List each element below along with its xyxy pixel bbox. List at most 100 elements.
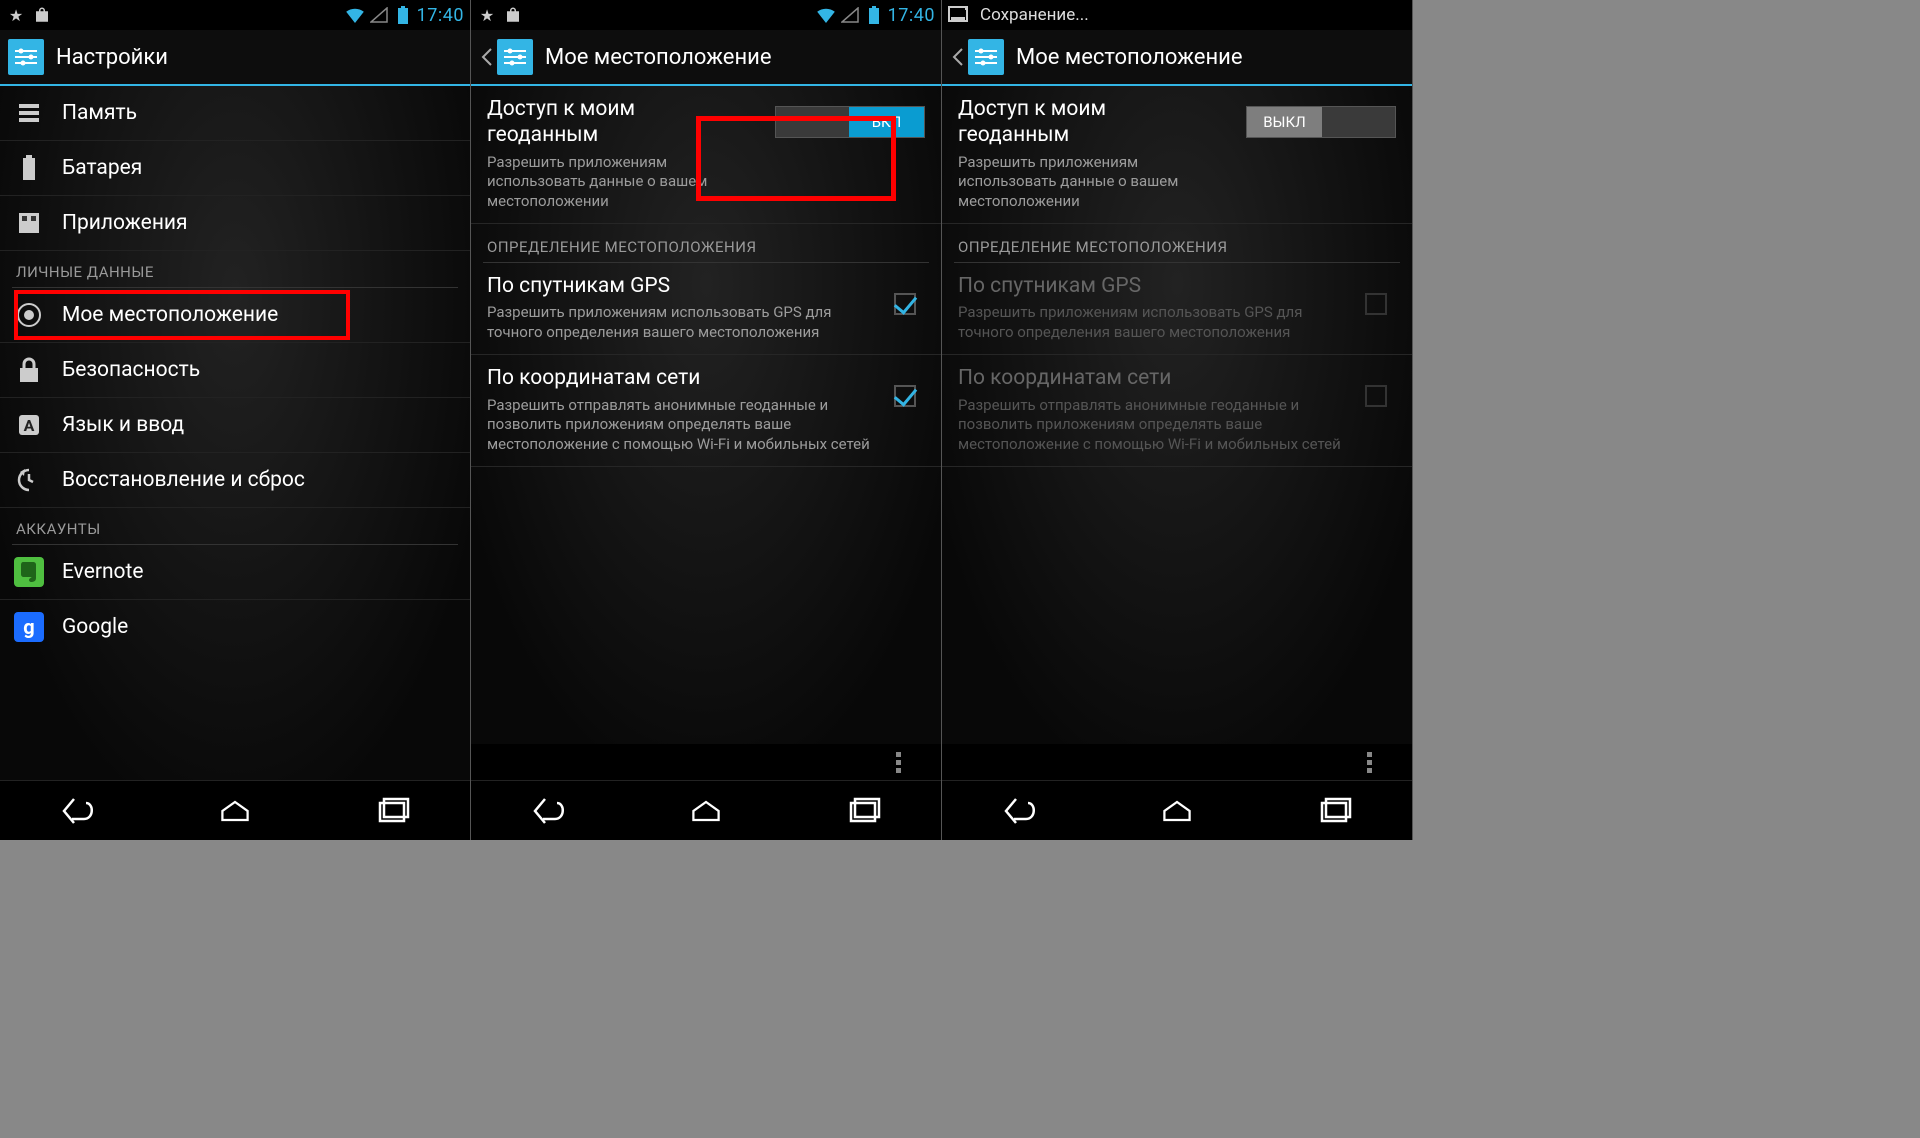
item-label: Приложения bbox=[62, 211, 188, 235]
item-evernote[interactable]: Evernote bbox=[0, 545, 470, 600]
status-bar: Сохранение... bbox=[942, 0, 1412, 30]
home-button[interactable] bbox=[195, 791, 275, 831]
pref-network-disabled: По координатам сети Разрешить отправлять… bbox=[942, 355, 1412, 467]
settings-icon bbox=[497, 39, 533, 75]
recent-button[interactable] bbox=[823, 791, 903, 831]
signal-icon bbox=[369, 6, 389, 24]
apps-icon bbox=[14, 208, 44, 238]
save-notif-icon bbox=[948, 6, 968, 24]
language-icon: A bbox=[14, 410, 44, 440]
pref-title: Доступ к моим геоданным bbox=[487, 96, 747, 149]
svg-text:A: A bbox=[24, 416, 35, 435]
item-location[interactable]: Мое местоположение bbox=[0, 288, 470, 343]
pref-subtitle: Разрешить приложениям использовать данны… bbox=[487, 153, 747, 212]
location-prefs: Доступ к моим геоданным Разрешить прилож… bbox=[471, 86, 941, 744]
nav-bar bbox=[0, 780, 470, 840]
section-accounts: АККАУНТЫ bbox=[0, 508, 470, 544]
item-google[interactable]: g Google bbox=[0, 600, 470, 654]
pref-access[interactable]: Доступ к моим геоданным Разрешить прилож… bbox=[471, 86, 941, 224]
gps-checkbox[interactable] bbox=[894, 293, 916, 315]
menu-row bbox=[942, 744, 1412, 780]
signal-icon bbox=[840, 6, 860, 24]
action-bar[interactable]: Мое местоположение bbox=[471, 30, 941, 86]
section-loc-sources: ОПРЕДЕЛЕНИЕ МЕСТОПОЛОЖЕНИЯ bbox=[471, 224, 941, 262]
switch-label: ВЫКЛ bbox=[1247, 107, 1322, 137]
item-label: Google bbox=[62, 615, 128, 639]
screen-location-off: Сохранение... Мое местоположение Доступ … bbox=[942, 0, 1413, 840]
item-security[interactable]: Безопасность bbox=[0, 343, 470, 398]
pref-subtitle: Разрешить отправлять анонимные геоданные… bbox=[958, 396, 1348, 455]
pref-subtitle: Разрешить отправлять анонимные геоданные… bbox=[487, 396, 877, 455]
recent-button[interactable] bbox=[1294, 791, 1374, 831]
clock: 17:40 bbox=[888, 5, 935, 26]
item-label: Батарея bbox=[62, 156, 142, 180]
home-button[interactable] bbox=[666, 791, 746, 831]
up-icon bbox=[479, 37, 495, 77]
item-storage[interactable]: Память bbox=[0, 86, 470, 141]
battery-icon bbox=[864, 6, 884, 24]
item-apps[interactable]: Приложения bbox=[0, 196, 470, 251]
overflow-icon[interactable] bbox=[896, 752, 901, 773]
storage-icon bbox=[14, 98, 44, 128]
location-switch[interactable]: ВКЛ bbox=[775, 106, 925, 138]
settings-icon bbox=[968, 39, 1004, 75]
action-bar[interactable]: Мое местоположение bbox=[942, 30, 1412, 86]
back-button[interactable] bbox=[980, 791, 1060, 831]
battery-icon bbox=[14, 153, 44, 183]
evernote-icon bbox=[14, 557, 44, 587]
page-title: Настройки bbox=[56, 45, 168, 70]
network-checkbox[interactable] bbox=[894, 385, 916, 407]
back-button[interactable] bbox=[38, 791, 118, 831]
back-button[interactable] bbox=[509, 791, 589, 831]
section-loc-sources: ОПРЕДЕЛЕНИЕ МЕСТОПОЛОЖЕНИЯ bbox=[942, 224, 1412, 262]
home-button[interactable] bbox=[1137, 791, 1217, 831]
location-prefs: Доступ к моим геоданным Разрешить прилож… bbox=[942, 86, 1412, 744]
item-backup[interactable]: Восстановление и сброс bbox=[0, 453, 470, 508]
saving-text: Сохранение... bbox=[980, 5, 1089, 25]
network-checkbox bbox=[1365, 385, 1387, 407]
bag-icon bbox=[32, 6, 52, 24]
status-bar: ★ 17:40 bbox=[0, 0, 470, 30]
battery-icon bbox=[393, 6, 413, 24]
item-label: Безопасность bbox=[62, 358, 200, 382]
item-label: Evernote bbox=[62, 560, 144, 584]
pref-title: По координатам сети bbox=[958, 365, 1348, 391]
clock: 17:40 bbox=[417, 5, 464, 26]
pref-title: По спутникам GPS bbox=[487, 273, 877, 299]
pref-network[interactable]: По координатам сети Разрешить отправлять… bbox=[471, 355, 941, 467]
status-bar: ★ 17:40 bbox=[471, 0, 941, 30]
star-icon: ★ bbox=[477, 6, 497, 24]
recent-button[interactable] bbox=[352, 791, 432, 831]
menu-row bbox=[471, 744, 941, 780]
item-language[interactable]: A Язык и ввод bbox=[0, 398, 470, 453]
action-bar: Настройки bbox=[0, 30, 470, 86]
location-switch[interactable]: ВЫКЛ bbox=[1246, 106, 1396, 138]
gps-checkbox bbox=[1365, 293, 1387, 315]
wifi-icon bbox=[345, 6, 365, 24]
wifi-icon bbox=[816, 6, 836, 24]
pref-title: По координатам сети bbox=[487, 365, 877, 391]
item-battery[interactable]: Батарея bbox=[0, 141, 470, 196]
switch-label: ВКЛ bbox=[849, 107, 924, 137]
section-personal: ЛИЧНЫЕ ДАННЫЕ bbox=[0, 251, 470, 287]
nav-bar bbox=[471, 780, 941, 840]
pref-subtitle: Разрешить приложениям использовать GPS д… bbox=[487, 303, 877, 342]
backup-icon bbox=[14, 465, 44, 495]
pref-access[interactable]: Доступ к моим геоданным Разрешить прилож… bbox=[942, 86, 1412, 224]
overflow-icon[interactable] bbox=[1367, 752, 1372, 773]
item-label: Язык и ввод bbox=[62, 413, 184, 437]
item-label: Мое местоположение bbox=[62, 303, 278, 327]
pref-title: По спутникам GPS bbox=[958, 273, 1348, 299]
page-title: Мое местоположение bbox=[1016, 45, 1243, 70]
page-title: Мое местоположение bbox=[545, 45, 772, 70]
star-icon: ★ bbox=[6, 6, 26, 24]
settings-list[interactable]: Память Батарея Приложения ЛИЧНЫЕ ДАННЫЕ … bbox=[0, 86, 470, 780]
pref-gps[interactable]: По спутникам GPS Разрешить приложениям и… bbox=[471, 263, 941, 355]
lock-icon bbox=[14, 355, 44, 385]
location-icon bbox=[14, 300, 44, 330]
pref-subtitle: Разрешить приложениям использовать GPS д… bbox=[958, 303, 1348, 342]
screen-location-on: ★ 17:40 Мое местоположение Доступ к моим… bbox=[471, 0, 942, 840]
up-icon bbox=[950, 37, 966, 77]
pref-gps-disabled: По спутникам GPS Разрешить приложениям и… bbox=[942, 263, 1412, 355]
google-icon: g bbox=[14, 612, 44, 642]
